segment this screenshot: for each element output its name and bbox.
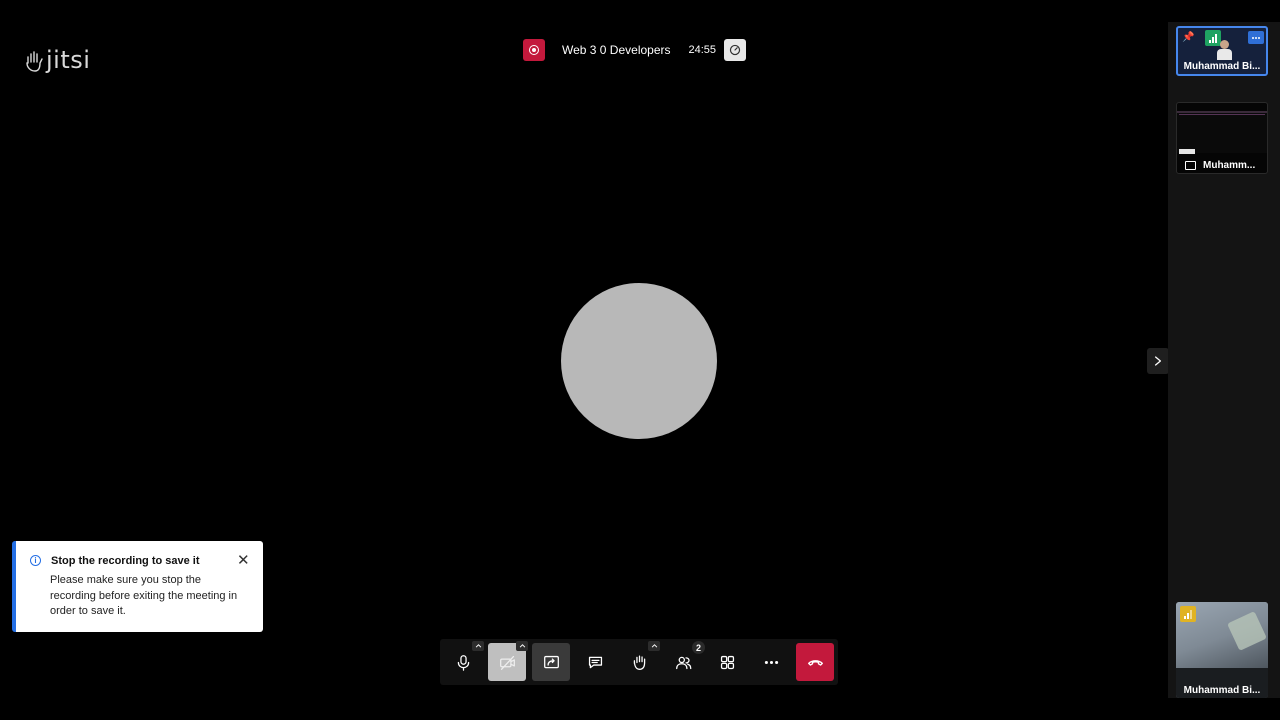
chevron-up-icon [475, 644, 481, 648]
chat-button[interactable] [576, 643, 614, 681]
recording-notification: i Stop the recording to save it ✕ Please… [12, 541, 263, 632]
chevron-up-icon [519, 644, 525, 648]
info-icon: i [30, 555, 41, 566]
microphone-icon [457, 654, 469, 671]
participant-name: Muhammad Bi... [1183, 685, 1261, 696]
participant-tile-3[interactable]: Muhammad Bi... [1176, 602, 1268, 698]
participants-icon [675, 656, 691, 669]
leave-call-button[interactable] [796, 643, 834, 681]
tile-view-button[interactable] [708, 643, 746, 681]
hangup-icon [807, 659, 823, 666]
raise-hand-icon [633, 654, 645, 670]
participant-tile-2[interactable]: Muhamm... [1176, 102, 1268, 174]
share-screen-button[interactable] [532, 643, 570, 681]
participant-name: Muhammad Bi... [1183, 61, 1261, 72]
record-icon[interactable] [523, 39, 545, 61]
more-options-icon[interactable] [1248, 31, 1264, 44]
close-icon[interactable]: ✕ [237, 553, 250, 568]
chevron-right-icon [1154, 356, 1162, 366]
audio-settings-caret[interactable] [472, 641, 484, 651]
pin-icon[interactable]: 📌 [1182, 32, 1194, 43]
share-screen-icon [543, 655, 559, 668]
gauge-icon[interactable] [724, 39, 747, 61]
screen-share-video [1177, 111, 1267, 154]
camera-off-icon [499, 655, 515, 670]
more-horizontal-icon [764, 660, 778, 664]
notification-title: Stop the recording to save it [51, 555, 200, 567]
participants-count-badge: 2 [692, 641, 705, 654]
reactions-caret[interactable] [648, 641, 660, 651]
toolbox: 2 [440, 639, 838, 685]
conference-info-bar: Web 3 0 Developers 24:55 [523, 38, 747, 62]
chat-icon [588, 656, 602, 668]
participant-video [1216, 40, 1232, 60]
jitsi-hand-icon [26, 51, 43, 72]
video-settings-caret[interactable] [516, 641, 528, 651]
chevron-up-icon [651, 644, 657, 648]
notification-body: Please make sure you stop the recording … [50, 574, 238, 617]
tile-view-icon [720, 655, 734, 669]
more-actions-button[interactable] [752, 643, 790, 681]
logo-text: jitsi [46, 46, 91, 74]
jitsi-logo: jitsi [24, 46, 90, 74]
meeting-title: Web 3 0 Developers [562, 43, 671, 57]
connection-indicator-icon[interactable] [1180, 606, 1196, 622]
participant-avatar [561, 283, 717, 439]
filmstrip: 📌 Muhammad Bi... Muhamm... Muhammad Bi..… [1168, 22, 1280, 698]
participant-name: Muhamm... [1203, 160, 1256, 171]
collapse-filmstrip-button[interactable] [1147, 348, 1169, 374]
participant-tile-1[interactable]: 📌 Muhammad Bi... [1176, 26, 1268, 76]
meeting-timer: 24:55 [688, 44, 717, 56]
